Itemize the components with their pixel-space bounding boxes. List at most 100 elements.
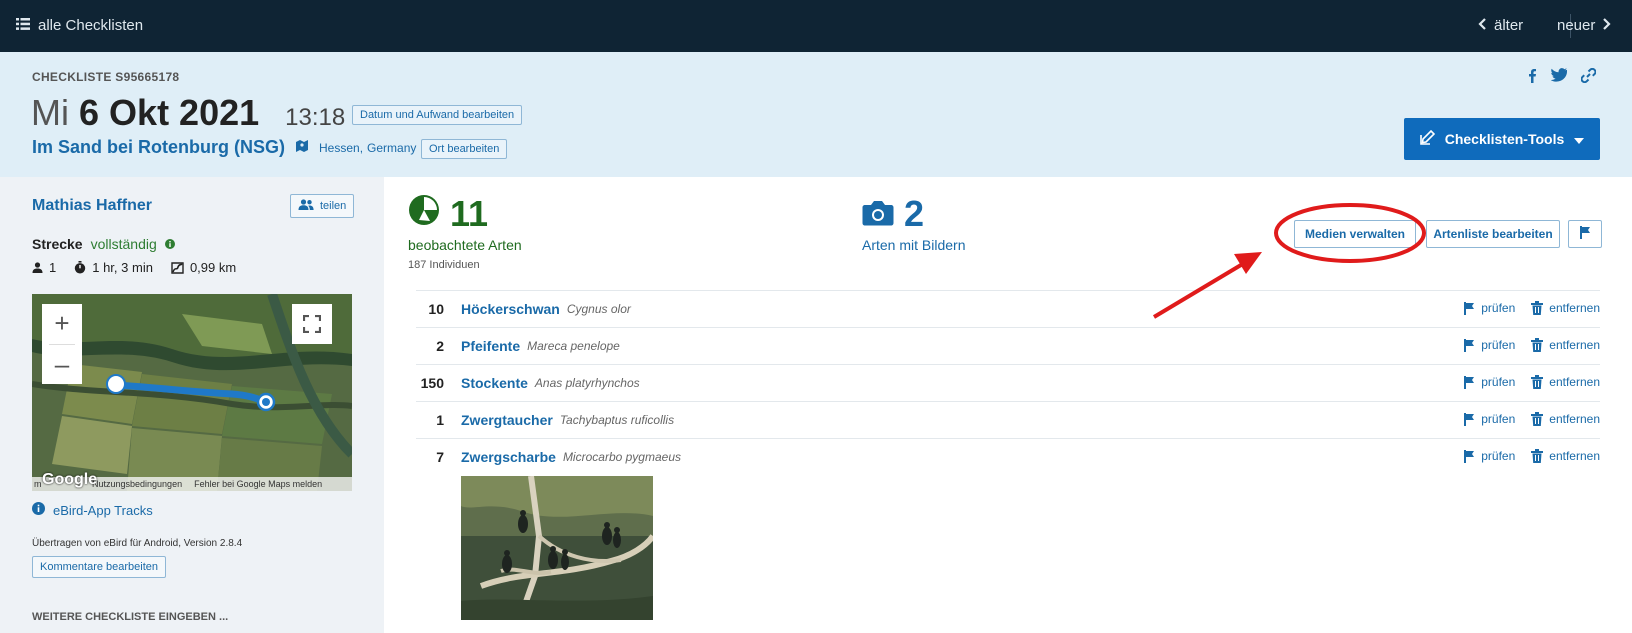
photo-species-block[interactable]: 2 Arten mit Bildern <box>862 193 965 253</box>
distance-value: 0,99 km <box>189 260 237 275</box>
date-value: 6 Okt 2021 <box>79 92 260 133</box>
location-name[interactable]: Im Sand bei Rotenburg (NSG) <box>32 137 285 158</box>
species-label: beobachtete Arten <box>408 237 522 253</box>
species-row: 2 Pfeifente Mareca penelope prüfen entfe… <box>416 327 1600 364</box>
review-action[interactable]: prüfen <box>1464 449 1515 463</box>
newer-link[interactable]: neuer <box>1557 17 1611 34</box>
remove-label: entfernen <box>1549 375 1600 389</box>
day-of-week: Mi <box>31 92 69 133</box>
trash-icon <box>1531 449 1544 463</box>
checklist-tools-button[interactable]: Checklisten-Tools <box>1404 118 1600 160</box>
all-checklists-link[interactable]: alle Checklisten <box>16 17 143 34</box>
species-count-value: 11 <box>450 193 489 234</box>
older-link[interactable]: älter <box>1478 17 1523 34</box>
flag-icon <box>1464 449 1475 463</box>
species-row-count: 2 <box>436 338 444 354</box>
newer-label: neuer <box>1557 17 1596 34</box>
remove-action[interactable]: entfernen <box>1531 449 1600 463</box>
edit-icon <box>1419 129 1435 148</box>
google-logo: Google <box>42 471 98 488</box>
link-icon[interactable] <box>1580 67 1597 88</box>
photo-count: 2 <box>862 193 965 235</box>
zoom-out-icon[interactable]: – <box>55 344 69 384</box>
species-row-name[interactable]: Stockente <box>461 375 528 391</box>
review-action[interactable]: prüfen <box>1464 301 1515 315</box>
edit-comments-button[interactable]: Kommentare bearbeiten <box>32 556 167 578</box>
review-action[interactable]: prüfen <box>1464 412 1515 426</box>
map-icon[interactable] <box>295 137 309 158</box>
manage-media-button[interactable]: Medien verwalten <box>1294 220 1416 248</box>
review-action[interactable]: prüfen <box>1464 375 1515 389</box>
species-row: 1 Zwergtaucher Tachybaptus ruficollis pr… <box>416 401 1600 438</box>
species-row: 150 Stockente Anas platyrhynchos prüfen … <box>416 364 1600 401</box>
remove-label: entfernen <box>1549 338 1600 352</box>
tracks-link[interactable]: eBird-App Tracks <box>32 502 153 518</box>
route-map[interactable]: + – Nutzungsbedingungen Fehler bei Googl… <box>32 294 352 491</box>
share-button[interactable]: teilen <box>290 194 355 218</box>
chevron-right-icon <box>1603 17 1611 34</box>
species-row-scientific: Microcarbo pygmaeus <box>562 450 681 464</box>
individuals-count: 187 Individuen <box>408 259 480 271</box>
trash-icon <box>1531 412 1544 426</box>
region[interactable]: Hessen, <box>319 141 363 155</box>
twitter-icon[interactable] <box>1550 68 1568 88</box>
map-zoom-controls: + – <box>42 304 82 384</box>
observer-name[interactable]: Mathias Haffner <box>32 197 152 215</box>
species-row: 10 Höckerschwan Cygnus olor prüfen entfe… <box>416 290 1600 327</box>
zoom-in-icon[interactable]: + <box>54 304 69 344</box>
species-count: 11 <box>408 193 522 235</box>
review-action[interactable]: prüfen <box>1464 338 1515 352</box>
edit-species-list-button[interactable]: Artenliste bearbeiten <box>1426 220 1560 248</box>
effort-stats: 1 1 hr, 3 min 0,99 km <box>32 260 236 275</box>
edit-location-button[interactable]: Ort bearbeiten <box>421 139 508 159</box>
flag-icon <box>1464 301 1475 315</box>
species-row-name[interactable]: Pfeifente <box>461 338 520 354</box>
species-row-actions: prüfen entfernen <box>1464 412 1600 426</box>
species-row-actions: prüfen entfernen <box>1464 301 1600 315</box>
checklist-header: CHECKLISTE S95665178 Mi 6 Okt 2021 13:18… <box>0 52 1632 177</box>
chevron-left-icon <box>1478 17 1486 34</box>
species-row-name[interactable]: Zwergscharbe <box>461 449 556 465</box>
species-photo-thumbnail[interactable] <box>461 476 653 620</box>
remove-action[interactable]: entfernen <box>1531 412 1600 426</box>
more-checklists-heading: WEITERE CHECKLISTE EINGEBEN ... <box>32 611 229 623</box>
review-label: prüfen <box>1481 449 1516 463</box>
species-row-scientific: Anas platyrhynchos <box>534 376 640 390</box>
submitted-info: Übertragen von eBird für Android, Versio… <box>32 538 243 549</box>
remove-action[interactable]: entfernen <box>1531 375 1600 389</box>
location: Im Sand bei Rotenburg (NSG) Hessen, Germ… <box>32 137 416 158</box>
species-row-scientific: Tachybaptus ruficollis <box>559 413 675 427</box>
trash-icon <box>1531 375 1544 389</box>
facebook-icon[interactable] <box>1527 68 1537 88</box>
remove-action[interactable]: entfernen <box>1531 338 1600 352</box>
flag-icon <box>1464 412 1475 426</box>
remove-label: entfernen <box>1549 301 1600 315</box>
species-row-name[interactable]: Zwergtaucher <box>461 412 553 428</box>
party-size: 1 <box>32 260 56 275</box>
person-icon <box>32 262 43 273</box>
species-row-count: 1 <box>436 412 444 428</box>
review-label: prüfen <box>1481 375 1516 389</box>
route-icon <box>171 261 184 274</box>
checklist-id: CHECKLISTE S95665178 <box>32 70 180 84</box>
fullscreen-icon[interactable] <box>292 304 332 344</box>
map-report-link[interactable]: Fehler bei Google Maps melden <box>194 479 322 489</box>
flag-icon <box>1579 226 1591 242</box>
review-label: prüfen <box>1481 338 1516 352</box>
info-icon <box>32 502 45 518</box>
share-icons <box>1527 67 1597 88</box>
info-icon[interactable] <box>164 236 175 252</box>
checklist-time: 13:18 <box>285 104 346 131</box>
species-row-count: 150 <box>420 375 444 391</box>
remove-action[interactable]: entfernen <box>1531 301 1600 315</box>
all-checklists-label: alle Checklisten <box>38 17 144 34</box>
country[interactable]: Germany <box>367 141 416 155</box>
older-label: älter <box>1494 17 1524 34</box>
species-row-name[interactable]: Höckerschwan <box>461 301 560 317</box>
species-row-actions: prüfen entfernen <box>1464 449 1600 463</box>
flag-checklist-button[interactable] <box>1568 220 1602 248</box>
duration: 1 hr, 3 min <box>74 260 153 275</box>
map-terms-link[interactable]: Nutzungsbedingungen <box>92 479 182 489</box>
edit-date-button[interactable]: Datum und Aufwand bearbeiten <box>352 105 523 125</box>
route-status-value: vollständig <box>90 236 157 252</box>
